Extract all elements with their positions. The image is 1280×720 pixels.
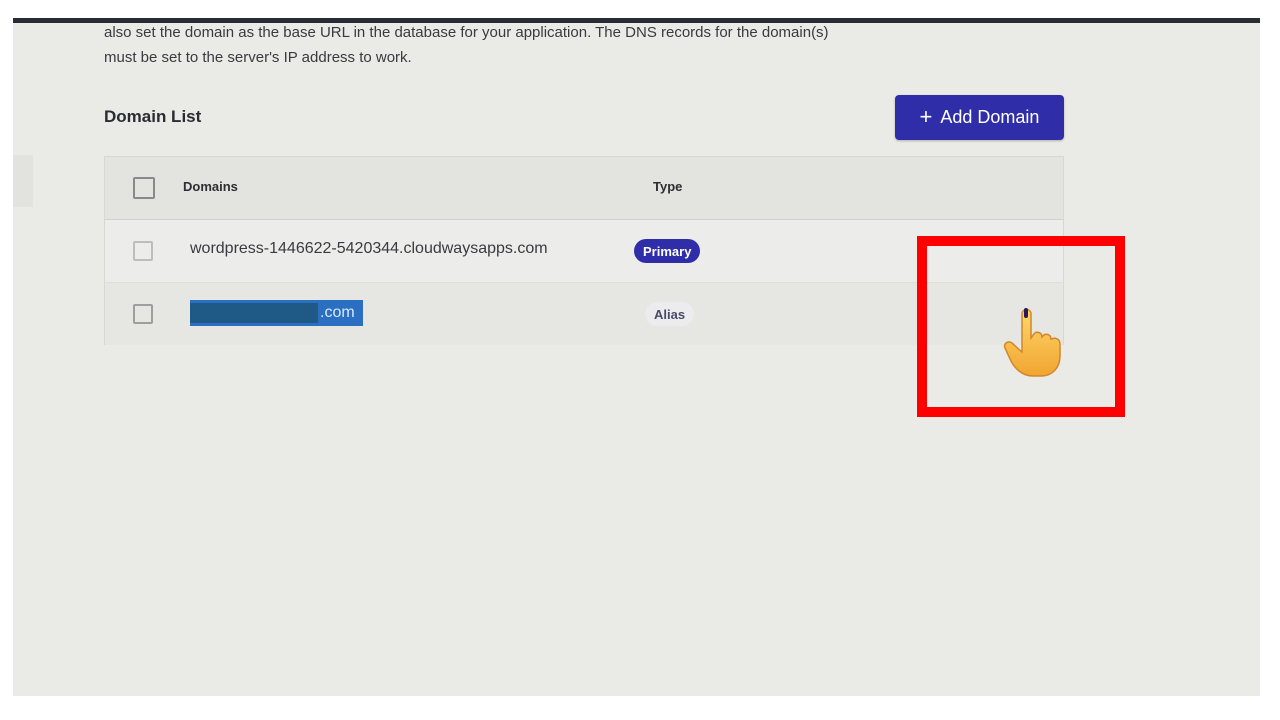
domain-suffix: .com xyxy=(320,304,355,321)
select-all-checkbox[interactable] xyxy=(133,177,155,199)
column-header-type: Type xyxy=(653,179,683,194)
column-header-domains: Domains xyxy=(183,179,238,194)
domain-description: also set the domain as the base URL in t… xyxy=(104,20,964,70)
type-badge-primary: Primary xyxy=(634,239,701,263)
redaction-bar xyxy=(190,303,318,323)
description-line-1: also set the domain as the base URL in t… xyxy=(104,24,829,41)
table-header: Domains Type xyxy=(105,157,1063,220)
add-domain-label: Add Domain xyxy=(940,107,1040,127)
description-line-2: must be set to the server's IP address t… xyxy=(104,49,412,66)
sidebar-edge xyxy=(13,155,33,207)
type-badge-alias: Alias xyxy=(645,302,695,326)
row-checkbox[interactable] xyxy=(133,304,153,324)
plus-icon: + xyxy=(919,103,933,129)
domain-list-title: Domain List xyxy=(104,107,202,126)
pointing-hand-cursor-icon xyxy=(1000,304,1070,384)
row-checkbox[interactable] xyxy=(133,241,153,261)
domain-name-selected[interactable]: .com xyxy=(190,300,363,326)
add-domain-button[interactable]: + Add Domain xyxy=(895,95,1064,140)
domain-name[interactable]: wordpress-1446622-5420344.cloudwaysapps.… xyxy=(190,240,548,258)
